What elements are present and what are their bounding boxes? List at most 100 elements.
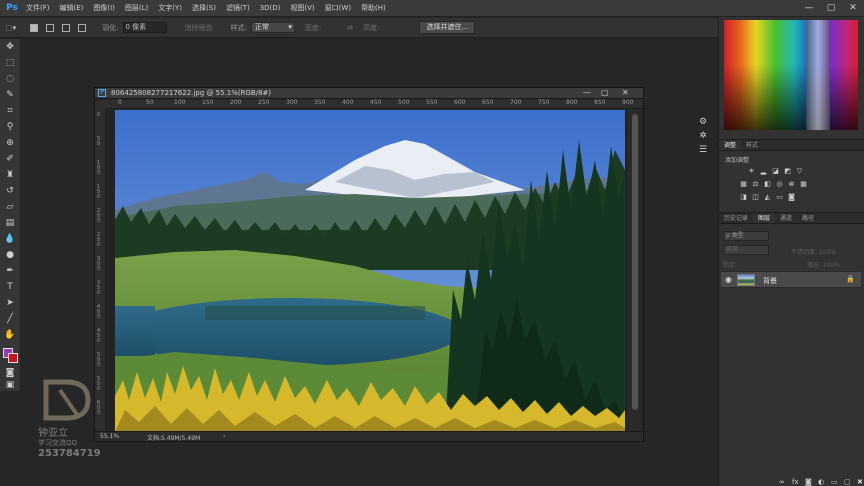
layer-row-background[interactable]: ◉ 背景 🔒 bbox=[721, 271, 861, 288]
color-balance-icon[interactable]: ⚖ bbox=[751, 180, 760, 189]
menu-file[interactable]: 文件(F) bbox=[26, 3, 50, 13]
document-titlebar[interactable]: P 806425808277217622.jpg @ 55.1%(RGB/8#)… bbox=[95, 88, 643, 99]
doc-minimize-button[interactable]: — bbox=[583, 88, 591, 98]
pen-icon[interactable]: ✒ bbox=[3, 265, 17, 278]
vibrance-icon[interactable]: ▽ bbox=[795, 167, 804, 176]
hand-icon[interactable]: ✋ bbox=[3, 329, 17, 342]
eyedropper-icon[interactable]: ⚲ bbox=[3, 121, 17, 134]
tab-layers[interactable]: 图层 bbox=[753, 213, 776, 223]
tab-paths[interactable]: 路径 bbox=[797, 213, 819, 223]
type-icon[interactable]: T bbox=[3, 281, 17, 294]
lasso-icon[interactable]: ◌ bbox=[3, 73, 17, 86]
crop-icon[interactable]: ⌗ bbox=[3, 105, 17, 118]
background-color-swatch[interactable] bbox=[8, 353, 18, 363]
channel-mixer-icon[interactable]: ⊗ bbox=[787, 180, 796, 189]
eraser-icon[interactable]: ▱ bbox=[3, 201, 17, 214]
marquee-preset-icon[interactable]: ⬚▾ bbox=[6, 24, 16, 32]
blend-mode-select[interactable]: 正常 bbox=[723, 245, 769, 255]
marquee-icon[interactable]: ⬚ bbox=[3, 57, 17, 70]
threshold-icon[interactable]: ◭ bbox=[763, 193, 772, 202]
layer-visibility-eye-icon[interactable]: ◉ bbox=[725, 275, 732, 284]
watermark-name: 钟亚立 bbox=[38, 428, 68, 439]
color-gray-ramp[interactable] bbox=[806, 20, 830, 130]
blur-icon[interactable]: 💧 bbox=[3, 233, 17, 246]
new-adjustment-icon[interactable]: ◐ bbox=[818, 479, 826, 486]
add-selection-icon[interactable] bbox=[46, 23, 55, 32]
posterize-icon[interactable]: ◫ bbox=[751, 193, 760, 202]
style-select[interactable]: 正常 bbox=[250, 22, 295, 33]
feather-input[interactable]: 0 像素 bbox=[122, 22, 167, 33]
layer-lock-icon[interactable]: 🔒 bbox=[846, 275, 855, 283]
tab-adjustments[interactable]: 调整 bbox=[719, 140, 742, 150]
brightness-icon[interactable]: ☀ bbox=[747, 167, 756, 176]
horizontal-ruler[interactable]: 0 50 100 150 200 250 300 350 400 450 500 550 600 650 7… bbox=[106, 100, 643, 109]
adjustments-tabs: 调整 样式 bbox=[719, 139, 864, 151]
gradient-map-icon[interactable]: ▭ bbox=[775, 193, 784, 202]
ruler-corner[interactable] bbox=[95, 100, 106, 109]
history-brush-icon[interactable]: ↺ bbox=[3, 185, 17, 198]
dodge-icon[interactable]: ● bbox=[3, 249, 17, 262]
tab-history[interactable]: 历史记录 bbox=[719, 213, 753, 223]
menu-layer[interactable]: 图层(L) bbox=[125, 3, 148, 13]
swap-icon[interactable]: ⇄ bbox=[347, 24, 353, 32]
menu-image[interactable]: 图像(I) bbox=[93, 3, 115, 13]
photo-filter-icon[interactable]: ◎ bbox=[775, 180, 784, 189]
color-lookup-icon[interactable]: ▦ bbox=[799, 180, 808, 189]
properties-panel-icon[interactable]: ☰ bbox=[697, 145, 709, 156]
black-white-icon[interactable]: ◧ bbox=[763, 180, 772, 189]
new-group-icon[interactable]: ▭ bbox=[831, 479, 839, 486]
new-selection-icon[interactable] bbox=[30, 23, 39, 32]
gradient-icon[interactable]: ▤ bbox=[3, 217, 17, 230]
menu-window[interactable]: 窗口(W) bbox=[325, 3, 351, 13]
selective-color-icon[interactable]: ◙ bbox=[787, 193, 796, 202]
menu-help[interactable]: 帮助(H) bbox=[361, 3, 386, 13]
ruler-h-label: 500 bbox=[398, 99, 410, 106]
doc-maximize-button[interactable]: ▢ bbox=[601, 88, 609, 98]
history-panel-icon[interactable]: ⚙ bbox=[697, 117, 709, 128]
menu-filter[interactable]: 滤镜(T) bbox=[226, 3, 250, 13]
invert-icon[interactable]: ◨ bbox=[739, 193, 748, 202]
fill-field[interactable]: 填充: 100% bbox=[807, 260, 840, 269]
minimize-button[interactable]: — bbox=[798, 0, 820, 17]
status-expand-icon[interactable]: › bbox=[223, 433, 225, 440]
hue-saturation-icon[interactable]: ▦ bbox=[739, 180, 748, 189]
canvas-area[interactable] bbox=[107, 110, 627, 432]
vertical-scrollbar[interactable] bbox=[629, 110, 641, 432]
path-select-icon[interactable]: ➤ bbox=[3, 297, 17, 310]
menu-edit[interactable]: 编辑(E) bbox=[60, 3, 84, 13]
quick-select-icon[interactable]: ✎ bbox=[3, 89, 17, 102]
line-icon[interactable]: ╱ bbox=[3, 313, 17, 326]
menu-select[interactable]: 选择(S) bbox=[192, 3, 216, 13]
link-layers-icon[interactable]: ∞ bbox=[779, 479, 787, 486]
antialias-checkbox[interactable]: 消除锯齿 bbox=[185, 23, 213, 33]
layer-filter-select[interactable]: ρ 类型 bbox=[723, 231, 769, 241]
levels-icon[interactable]: ▂ bbox=[759, 167, 768, 176]
subtract-selection-icon[interactable] bbox=[62, 23, 71, 32]
brush-icon[interactable]: ✐ bbox=[3, 153, 17, 166]
doc-close-button[interactable]: ✕ bbox=[622, 88, 629, 98]
new-layer-icon[interactable]: ▢ bbox=[844, 479, 852, 486]
fx-icon[interactable]: fx bbox=[792, 479, 800, 486]
healing-icon[interactable]: ⊕ bbox=[3, 137, 17, 150]
add-mask-icon[interactable]: ◙ bbox=[805, 479, 813, 486]
scrollbar-thumb[interactable] bbox=[632, 114, 638, 410]
tab-channels[interactable]: 通道 bbox=[775, 213, 797, 223]
collapsed-panel-dock: ⚙ ✲ ☰ bbox=[697, 117, 711, 167]
curves-icon[interactable]: ◪ bbox=[771, 167, 780, 176]
menu-view[interactable]: 视图(V) bbox=[290, 3, 314, 13]
move-icon[interactable]: ✥ bbox=[3, 41, 17, 54]
select-and-mask-button[interactable]: 选择并遮住... bbox=[419, 21, 476, 34]
close-button[interactable]: ✕ bbox=[842, 0, 864, 17]
maximize-button[interactable]: ▢ bbox=[820, 0, 842, 17]
menu-3d[interactable]: 3D(D) bbox=[260, 4, 281, 12]
exposure-icon[interactable]: ◩ bbox=[783, 167, 792, 176]
color-spectrum-picker[interactable] bbox=[724, 20, 858, 130]
brush-panel-icon[interactable]: ✲ bbox=[697, 131, 709, 142]
menu-type[interactable]: 文字(Y) bbox=[158, 3, 182, 13]
tab-styles[interactable]: 样式 bbox=[741, 140, 763, 150]
screen-mode-icon[interactable]: ▣ bbox=[3, 379, 17, 392]
opacity-field[interactable]: 不透明度: 100% bbox=[791, 247, 836, 256]
stamp-icon[interactable]: ♜ bbox=[3, 169, 17, 182]
delete-layer-icon[interactable]: ✖ bbox=[857, 479, 864, 486]
intersect-selection-icon[interactable] bbox=[78, 23, 87, 32]
